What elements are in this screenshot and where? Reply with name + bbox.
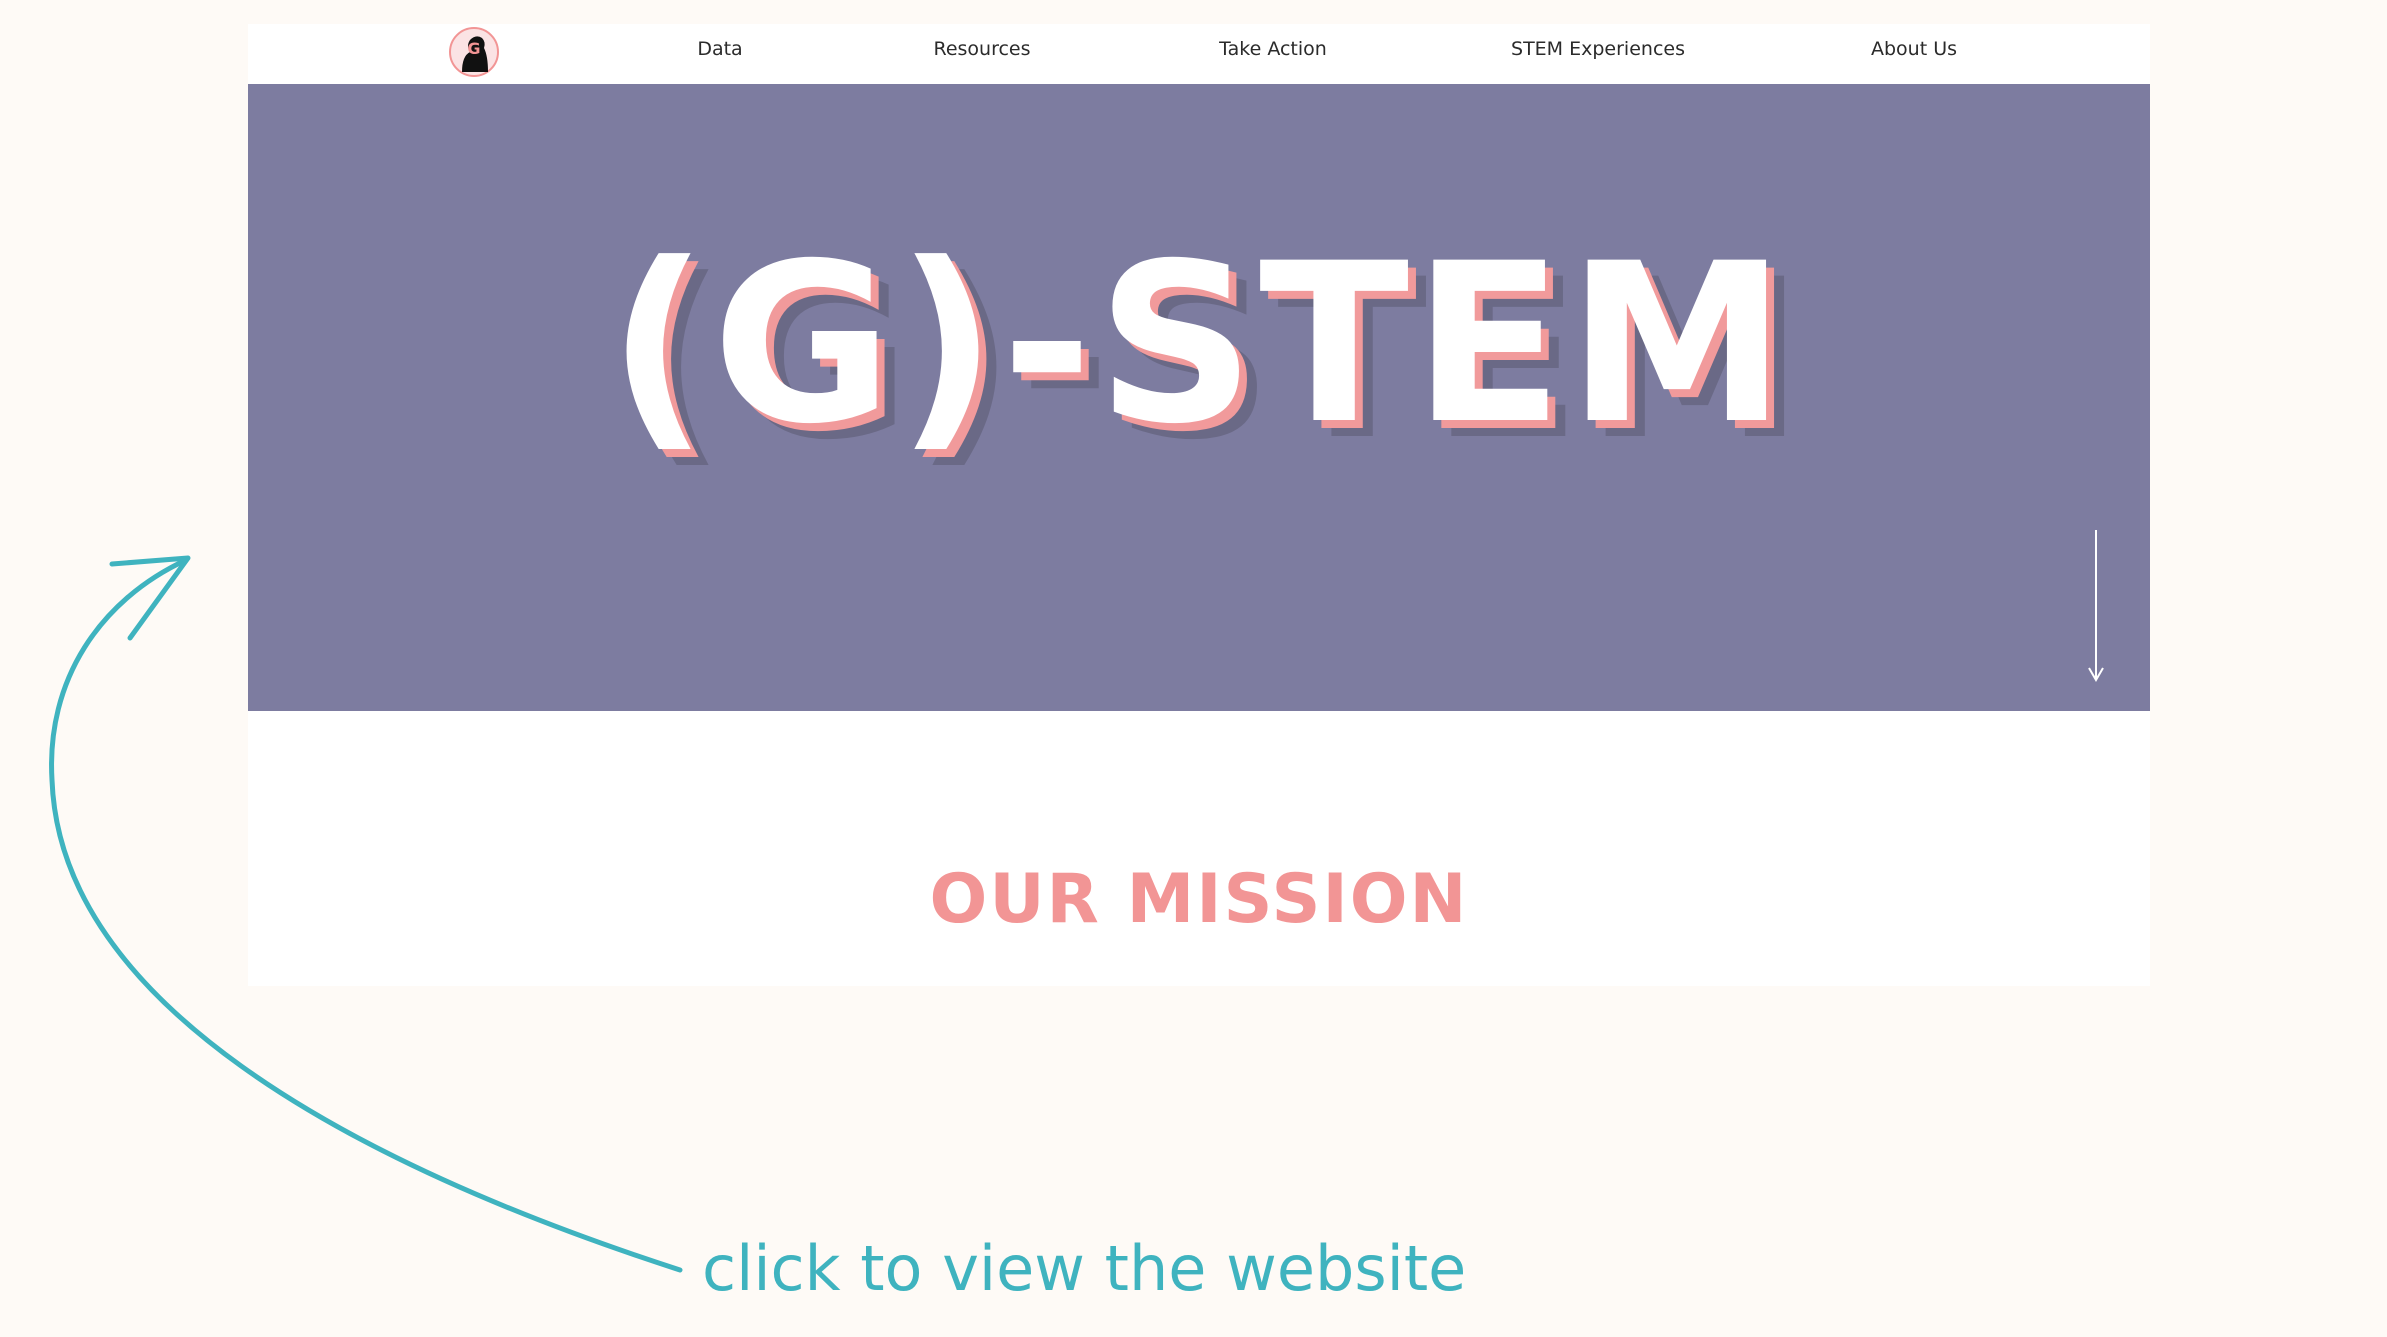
arrow-down-icon[interactable] [2084, 528, 2108, 688]
nav-data[interactable]: Data [697, 38, 742, 60]
curved-arrow-icon [49, 555, 683, 1273]
hero-title: (G)-STEM [607, 216, 1791, 472]
logo-icon[interactable]: G [448, 26, 500, 78]
view-website-link[interactable]: click to view the website [702, 1238, 1466, 1300]
nav-take-action[interactable]: Take Action [1219, 38, 1327, 60]
nav-about-us[interactable]: About Us [1871, 38, 1957, 60]
navbar: G Data Resources Take Action STEM Experi… [248, 24, 2150, 84]
nav-stem-experiences[interactable]: STEM Experiences [1511, 38, 1685, 60]
svg-text:G: G [467, 39, 480, 58]
nav-resources[interactable]: Resources [933, 38, 1030, 60]
